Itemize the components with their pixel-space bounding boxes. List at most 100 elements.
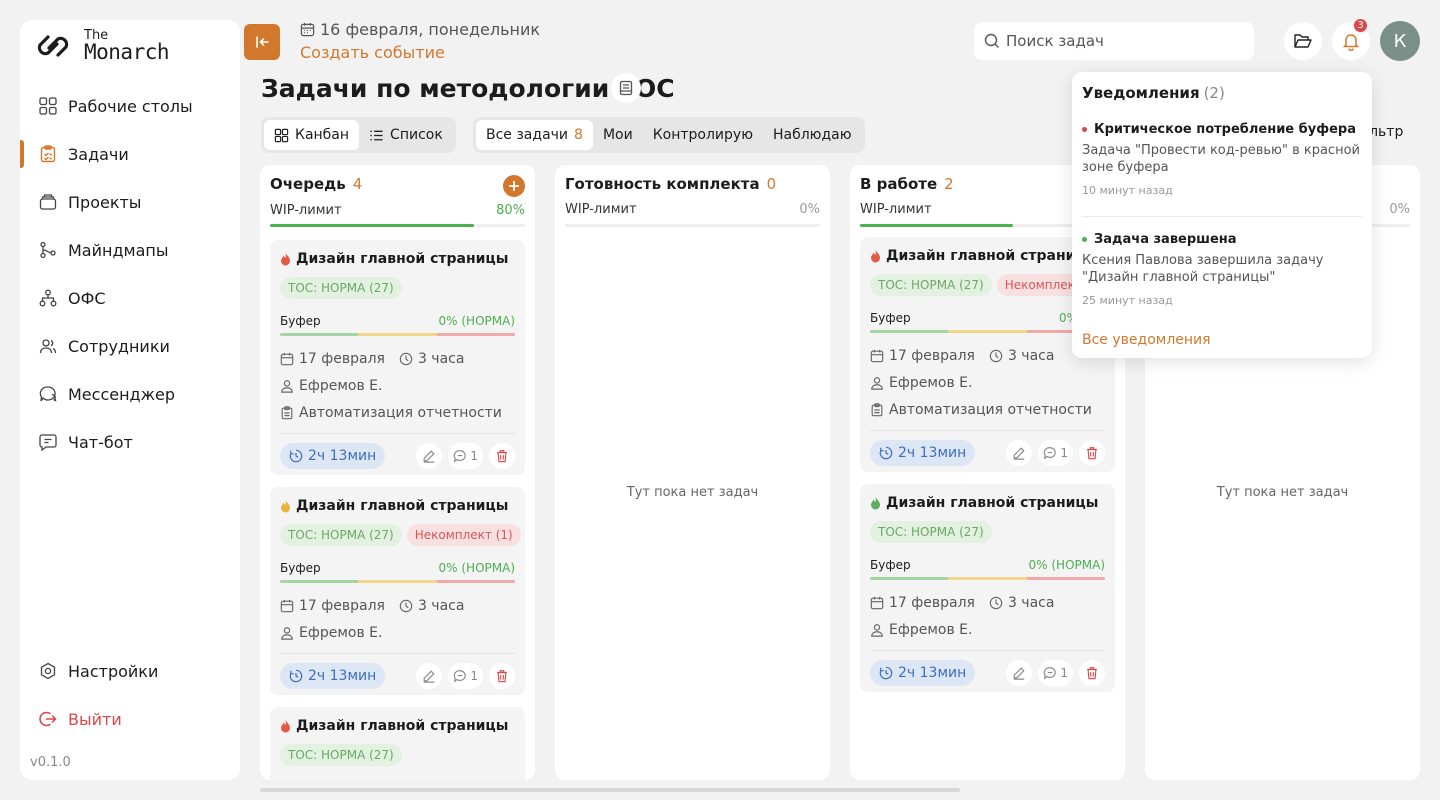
- task-assignee-row: Ефремов Е.: [870, 375, 972, 391]
- task-timer[interactable]: 2ч 13мин: [870, 440, 976, 466]
- nav-item-projects[interactable]: Проекты: [20, 178, 240, 226]
- notifications-count-badge: 3: [1352, 17, 1369, 34]
- task-tags: ТОС: НОРМА (27) Некомплект: [870, 274, 1090, 296]
- edit-task-button[interactable]: [416, 663, 443, 689]
- delete-task-button[interactable]: [1079, 440, 1105, 466]
- logo[interactable]: The Monarch: [30, 28, 170, 64]
- search-icon: [984, 33, 999, 48]
- kanban-column-queue: Очередь 4 WIP-лимит 80% Дизайн главной с…: [260, 165, 535, 780]
- buffer-row: Буфер 0% (НОРМА): [280, 314, 515, 328]
- task-assignee-row: Ефремов Е.: [280, 378, 382, 394]
- task-card[interactable]: Дизайн главной страницы ТОС: НОРМА (27) …: [270, 487, 525, 695]
- task-duration-text: 3 часа: [417, 351, 465, 367]
- notification-item[interactable]: Критическое потребление буфера Задача "П…: [1082, 122, 1362, 197]
- column-header: В работе 2: [860, 175, 954, 193]
- delete-task-button[interactable]: [489, 443, 515, 469]
- task-due-date: 17 февраля: [889, 348, 975, 364]
- wip-progress-bar: [565, 224, 820, 227]
- collapse-sidebar-button[interactable]: [244, 24, 280, 60]
- notifications-button[interactable]: 3: [1332, 17, 1370, 60]
- calendar-icon: [300, 22, 315, 37]
- search-box[interactable]: [974, 22, 1254, 60]
- calendar-icon: [280, 352, 294, 366]
- nav-item-mindmaps[interactable]: Майндмапы: [20, 226, 240, 274]
- task-title: Дизайн главной страницы: [870, 495, 1098, 511]
- search-input[interactable]: [1006, 32, 1236, 50]
- task-duration-text: 3 часа: [1007, 348, 1055, 364]
- delete-task-button[interactable]: [489, 663, 515, 689]
- nav-label: Сотрудники: [68, 336, 170, 356]
- nav-item-tasks[interactable]: Задачи: [20, 130, 240, 178]
- wip-percent: 0%: [1389, 202, 1410, 217]
- comment-icon: [1044, 447, 1057, 460]
- create-event-link[interactable]: Создать событие: [300, 43, 445, 62]
- task-card[interactable]: Дизайн главной страницы ТОС: НОРМА (27): [270, 707, 525, 780]
- comments-button[interactable]: 1: [448, 663, 483, 689]
- task-filter-switch: Все задачи 8 Мои Контролирую Наблюдаю: [473, 117, 865, 153]
- notification-body: Задача "Провести код-ревью" в красной зо…: [1082, 143, 1360, 175]
- files-button[interactable]: [1284, 22, 1322, 60]
- view-switch: Канбан Список: [261, 117, 456, 153]
- edit-task-button[interactable]: [416, 443, 443, 469]
- view-list-tab[interactable]: Список: [359, 120, 453, 150]
- task-card[interactable]: Дизайн главной страницы ТОС: НОРМА (27) …: [860, 484, 1115, 692]
- notification-item[interactable]: Задача завершена Ксения Павлова завершил…: [1082, 232, 1362, 307]
- card-actions: 1: [416, 663, 515, 689]
- task-timer[interactable]: 2ч 13мин: [280, 443, 386, 469]
- column-title: В работе: [860, 175, 938, 193]
- flame-red-icon: [281, 252, 290, 266]
- grid-icon: [274, 128, 289, 142]
- task-duration-text: 3 часа: [1007, 595, 1055, 611]
- edit-task-button[interactable]: [1006, 660, 1033, 686]
- trash-icon: [1087, 667, 1097, 680]
- wip-label: WIP-лимит: [565, 202, 637, 217]
- task-due-date: 17 февраля: [299, 598, 385, 614]
- card-divider: [280, 653, 515, 654]
- logo-big-text: Monarch: [84, 40, 170, 64]
- nav-label: Чат-бот: [68, 432, 133, 452]
- avatar[interactable]: К: [1380, 21, 1420, 61]
- comments-button[interactable]: 1: [1038, 660, 1073, 686]
- task-timer[interactable]: 2ч 13мин: [870, 660, 976, 686]
- nav-item-chatbot[interactable]: Чат-бот: [20, 418, 240, 466]
- toc-status-tag: ТОС: НОРМА (27): [870, 274, 992, 296]
- comments-button[interactable]: 1: [448, 443, 483, 469]
- column-title: Готовность комплекта: [565, 175, 760, 193]
- org-structure-icon: [38, 288, 58, 308]
- filter-mine-tab[interactable]: Мои: [593, 120, 643, 150]
- nav-item-settings[interactable]: Настройки: [20, 647, 240, 695]
- horizontal-scrollbar[interactable]: [260, 788, 960, 792]
- nav-item-messenger[interactable]: Мессенджер: [20, 370, 240, 418]
- task-date-row: 17 февраля 3 часа: [870, 595, 1054, 611]
- filter-all-label: Все задачи: [486, 127, 569, 143]
- buffer-zone-bar: [280, 333, 515, 336]
- task-card[interactable]: Дизайн главной страницы ТОС: НОРМА (27) …: [270, 240, 525, 475]
- column-header: Очередь 4: [270, 175, 362, 193]
- chat-bubbles-icon: [38, 384, 58, 404]
- filter-watch-tab[interactable]: Наблюдаю: [763, 120, 862, 150]
- filter-all-tab[interactable]: Все задачи 8: [476, 120, 593, 150]
- comments-count: 1: [1060, 446, 1068, 460]
- edit-task-button[interactable]: [1006, 440, 1033, 466]
- list-icon: [370, 130, 383, 140]
- all-notifications-link[interactable]: Все уведомления: [1082, 332, 1211, 348]
- task-title-text: Дизайн главной страницы: [296, 718, 509, 734]
- title-action-button[interactable]: [611, 73, 641, 103]
- card-actions: 1: [416, 443, 515, 469]
- task-timer[interactable]: 2ч 13мин: [280, 663, 386, 689]
- notification-head: Задача завершена: [1082, 232, 1362, 247]
- filter-control-tab[interactable]: Контролирую: [643, 120, 763, 150]
- delete-task-button[interactable]: [1079, 660, 1105, 686]
- nav-item-employees[interactable]: Сотрудники: [20, 322, 240, 370]
- filter-all-count: 8: [574, 127, 583, 143]
- comments-button[interactable]: 1: [1038, 440, 1073, 466]
- nav-item-dashboards[interactable]: Рабочие столы: [20, 82, 240, 130]
- nav-item-logout[interactable]: Выйти: [20, 695, 240, 743]
- flame-red-icon: [281, 719, 290, 733]
- collapse-left-icon: [256, 36, 269, 48]
- view-kanban-tab[interactable]: Канбан: [264, 120, 360, 150]
- add-task-button[interactable]: [503, 175, 525, 197]
- nav-item-ofs[interactable]: ОФС: [20, 274, 240, 322]
- card-actions: 1: [1006, 440, 1105, 466]
- task-due-date: 17 февраля: [299, 351, 385, 367]
